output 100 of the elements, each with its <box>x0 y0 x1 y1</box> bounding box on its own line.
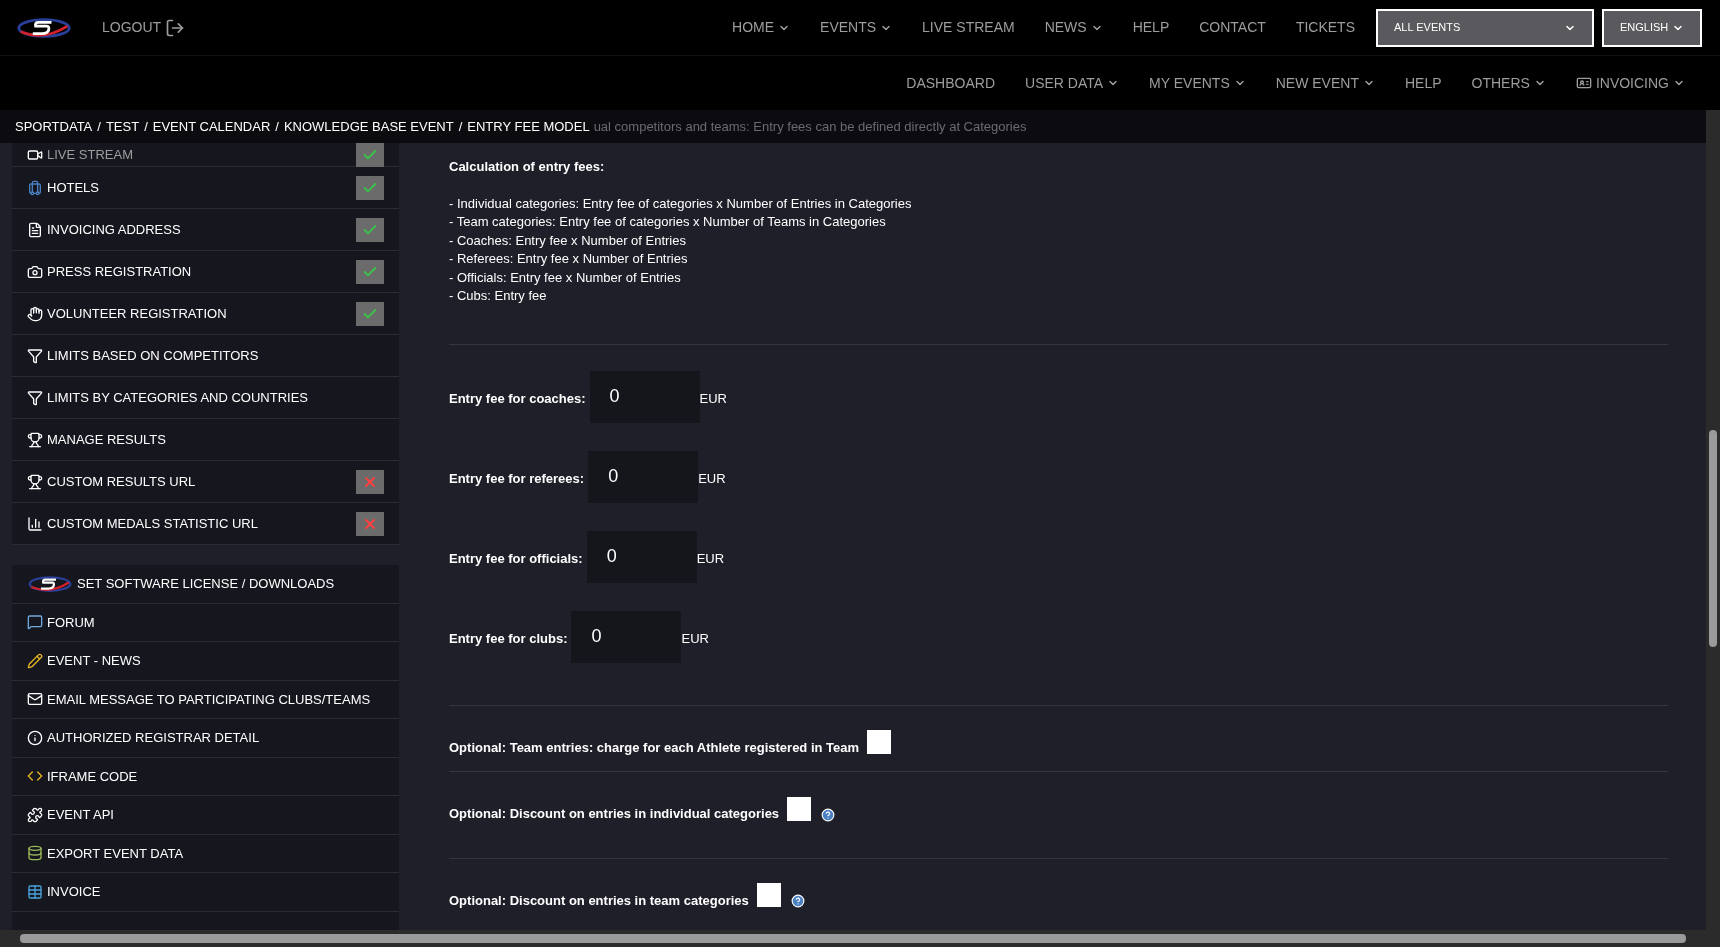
chat-icon <box>27 614 43 631</box>
sidebar-item[interactable]: PRESS REGISTRATION <box>12 251 399 293</box>
breadcrumb-separator: / <box>457 117 464 136</box>
breadcrumb-separator: / <box>96 117 102 136</box>
sidebar-item[interactable]: FORUM <box>12 603 399 642</box>
database-icon <box>27 845 43 862</box>
sidebar-item[interactable]: MANAGE RESULTS <box>12 419 399 461</box>
sidebar-label: EVENT API <box>47 806 114 824</box>
option-checkbox[interactable] <box>787 796 812 821</box>
sidebar-item[interactable]: CUSTOM RESULTS URL <box>12 461 399 503</box>
sidebar-item[interactable]: VOLUNTEER REGISTRATION <box>12 293 399 335</box>
sidebar-label: VOLUNTEER REGISTRATION <box>47 304 227 323</box>
nav-link[interactable]: USER DATA <box>1010 72 1135 94</box>
fee-input[interactable]: 0 <box>589 370 700 423</box>
currency-label: EUR <box>698 469 726 488</box>
fee-input[interactable]: 0 <box>571 610 682 663</box>
nav-link[interactable]: HOME <box>717 17 806 38</box>
option-checkbox[interactable] <box>756 883 781 908</box>
help-icon[interactable] <box>821 807 836 822</box>
sidebar-label: HOTELS <box>47 178 99 197</box>
currency-label: EUR <box>696 549 725 568</box>
calculation-title: Calculation of entry fees: <box>449 158 606 176</box>
nav-link[interactable]: OTHERS <box>1456 72 1561 94</box>
fee-label: Entry fee for clubs: <box>449 629 568 648</box>
logout-link[interactable]: LOGOUT <box>102 17 186 38</box>
sidebar-label: MANAGE RESULTS <box>47 430 166 449</box>
breadcrumb-separator: / <box>143 117 149 136</box>
puzzle-icon <box>27 806 43 823</box>
fee-label: Entry fee for coaches: <box>449 389 586 408</box>
sidebar-item[interactable]: HOTELS <box>12 167 399 209</box>
currency-label: EUR <box>681 629 709 648</box>
currency-label: EUR <box>699 389 727 408</box>
sidebar-label: CUSTOM RESULTS URL <box>47 472 196 491</box>
sidebar-label: EVENT - NEWS <box>47 652 141 670</box>
nav-link[interactable]: HELP <box>1389 72 1457 94</box>
sidebar-item[interactable]: EXPORT EVENT DATA <box>12 834 399 873</box>
breadcrumb-link[interactable]: KNOWLEDGE BASE EVENT <box>283 116 454 137</box>
horizontal-scrollbar[interactable] <box>0 930 1706 947</box>
breadcrumb-link[interactable]: SPORTDATA <box>15 116 93 137</box>
sidebar-label: INVOICING ADDRESS <box>47 220 181 239</box>
suitcase-icon <box>27 179 43 196</box>
notice-text: ual competitors and teams: Entry fees can be defined directly at Categories <box>593 117 1027 136</box>
calculation-line: - Referees: Entry fee x Number of Entries <box>449 250 689 268</box>
sidebar-label: PRESS REGISTRATION <box>47 262 192 281</box>
sidebar-item[interactable]: LIMITS BY CATEGORIES AND COUNTRIES <box>12 377 399 419</box>
breadcrumb-link[interactable]: ENTRY FEE MODEL <box>467 116 590 137</box>
sidebar-item[interactable]: EMAIL MESSAGE TO PARTICIPATING CLUBS/TEAMS <box>12 680 399 719</box>
fee-input[interactable]: 0 <box>586 530 697 583</box>
calculation-line: - Individual categories: Entry fee of categories x Number of Entries in Categories <box>449 194 913 213</box>
camera-icon <box>27 263 43 280</box>
info-icon <box>27 729 43 746</box>
filter-icon <box>27 347 43 364</box>
document-icon <box>27 221 43 238</box>
sidebar-label: IFRAME CODE <box>47 767 138 786</box>
table-icon <box>27 883 43 900</box>
sidebar-label: LIMITS BY CATEGORIES AND COUNTRIES <box>47 388 308 407</box>
calculation-line: - Cubs: Entry fee <box>449 287 548 305</box>
sidebar-item[interactable]: INVOICE <box>12 873 399 912</box>
sidebar-item[interactable]: SET SOFTWARE LICENSE / DOWNLOADS <box>12 565 399 604</box>
sidebar-item[interactable]: INVOICING ADDRESS <box>12 209 399 251</box>
fee-label: Entry fee for officials: <box>449 549 583 568</box>
card-icon <box>1575 75 1592 91</box>
sidebar-label: FORUM <box>47 613 95 632</box>
fee-input[interactable]: 0 <box>588 450 699 503</box>
language-select[interactable]: ENGLISH <box>1602 8 1702 47</box>
sidebar-item[interactable]: CUSTOM MEDALS STATISTIC URL <box>12 503 399 545</box>
nav-link[interactable]: NEWS <box>1029 17 1118 38</box>
nav-link[interactable]: TICKETS <box>1280 17 1370 38</box>
fee-label: Entry fee for referees: <box>449 469 585 488</box>
nav-link[interactable]: MY EVENTS <box>1134 72 1261 94</box>
nav-link[interactable]: NEW EVENT <box>1260 72 1390 94</box>
sidebar-label: INVOICE <box>47 883 101 901</box>
sidebar-label: LIMITS BASED ON COMPETITORS <box>47 346 259 365</box>
help-icon[interactable] <box>790 894 805 909</box>
nav-link[interactable]: LIVE STREAM <box>907 17 1030 38</box>
sidebar-label: AUTHORIZED REGISTRAR DETAIL <box>47 729 260 747</box>
sidebar-item[interactable]: LIVE STREAM <box>12 143 399 167</box>
breadcrumb-link[interactable]: TEST <box>105 116 140 137</box>
option-label: Optional: Team entries: charge for each Athlete registered in Team <box>449 738 860 757</box>
logo-icon <box>16 15 72 40</box>
sidebar-item[interactable]: AUTHORIZED REGISTRAR DETAIL <box>12 719 399 758</box>
filter-icon <box>27 389 43 406</box>
nav-link[interactable]: CONTACT <box>1184 17 1281 38</box>
trophy-icon <box>27 431 43 448</box>
event-select[interactable]: ALL EVENTS <box>1376 8 1594 47</box>
calculation-line: - Officials: Entry fee x Number of Entries <box>449 268 682 287</box>
nav-link[interactable]: DASHBOARD <box>891 72 1010 94</box>
trophy-icon <box>27 473 43 490</box>
breadcrumb-link[interactable]: EVENT CALENDAR <box>152 116 271 137</box>
nav-link[interactable]: HELP <box>1117 17 1185 38</box>
sidebar-item[interactable]: EVENT API <box>12 796 399 835</box>
vertical-scrollbar[interactable] <box>1706 110 1720 947</box>
option-checkbox[interactable] <box>867 730 892 755</box>
bar-chart-icon <box>27 515 43 532</box>
sidebar-item[interactable]: EVENT - NEWS <box>12 642 399 681</box>
sidebar-item[interactable]: IFRAME CODE <box>12 757 399 796</box>
nav-link[interactable]: EVENTS <box>805 17 908 38</box>
option-label: Optional: Discount on entries in team categories <box>449 891 749 910</box>
nav-link[interactable]: INVOICING <box>1560 72 1700 94</box>
sidebar-item[interactable]: LIMITS BASED ON COMPETITORS <box>12 335 399 377</box>
